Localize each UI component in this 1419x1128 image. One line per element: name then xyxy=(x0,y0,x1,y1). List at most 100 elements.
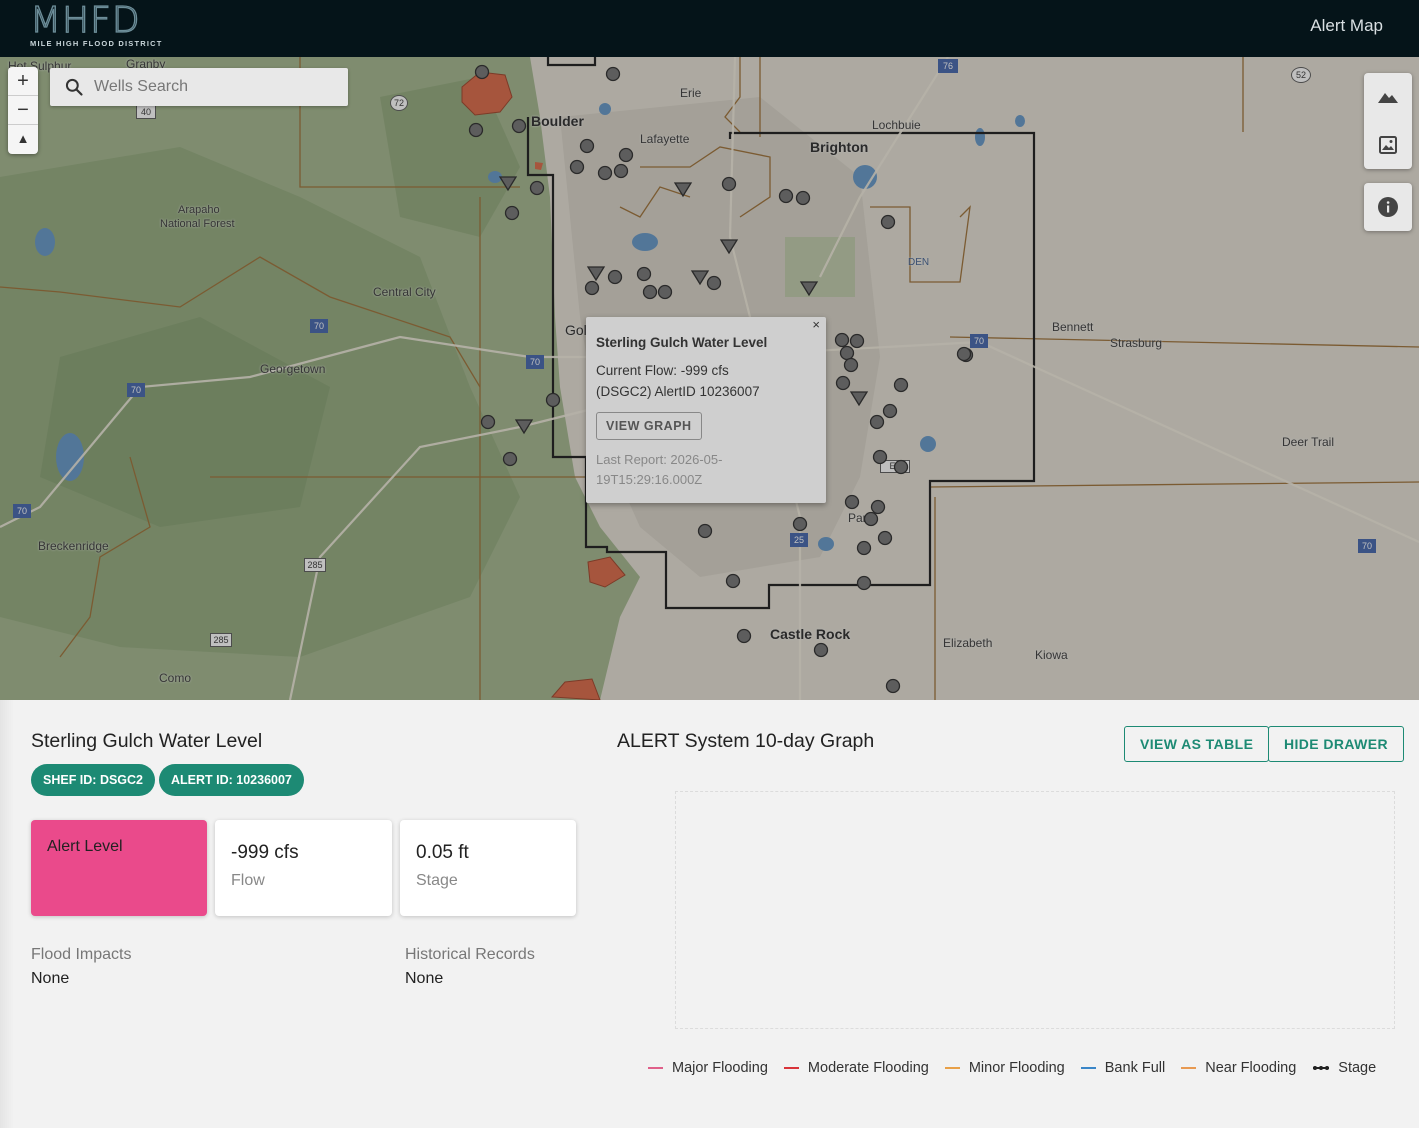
flow-card: -999 cfs Flow xyxy=(215,820,392,916)
legend-item[interactable]: Stage xyxy=(1312,1060,1376,1076)
station-marker[interactable] xyxy=(607,269,623,285)
station-marker[interactable] xyxy=(736,628,752,644)
popup-last-report: Last Report: 2026-05- 19T15:29:16.000Z xyxy=(596,450,816,490)
wells-search xyxy=(50,68,348,106)
station-marker-triangle[interactable] xyxy=(586,266,606,282)
legend-item[interactable]: Near Flooding xyxy=(1181,1060,1296,1076)
legend-item[interactable]: Moderate Flooding xyxy=(783,1060,929,1076)
station-marker[interactable] xyxy=(778,188,794,204)
station-marker-triangle[interactable] xyxy=(673,182,693,198)
legend-label: Bank Full xyxy=(1104,1060,1166,1076)
popup-close-button[interactable]: × xyxy=(812,317,820,332)
station-marker[interactable] xyxy=(511,118,527,134)
station-marker[interactable] xyxy=(869,414,885,430)
graph-legend: Major Flooding Moderate Flooding Minor Flo… xyxy=(648,1060,1392,1076)
station-marker-triangle[interactable] xyxy=(690,270,710,286)
station-marker[interactable] xyxy=(813,642,829,658)
zoom-in-button[interactable]: + xyxy=(8,67,38,96)
station-marker[interactable] xyxy=(504,205,520,221)
image-icon xyxy=(1379,136,1397,154)
basemap-toggle-group xyxy=(1364,73,1412,169)
station-marker[interactable] xyxy=(956,346,972,362)
station-marker[interactable] xyxy=(893,377,909,393)
wells-search-input[interactable] xyxy=(94,76,334,98)
popup-last-report-line2: 19T15:29:16.000Z xyxy=(596,472,703,487)
station-marker[interactable] xyxy=(529,180,545,196)
station-marker[interactable] xyxy=(474,64,490,80)
info-button[interactable] xyxy=(1364,183,1412,231)
station-marker[interactable] xyxy=(597,165,613,181)
station-marker[interactable] xyxy=(863,511,879,527)
station-marker[interactable] xyxy=(697,523,713,539)
station-marker[interactable] xyxy=(721,176,737,192)
station-marker[interactable] xyxy=(870,499,886,515)
station-marker[interactable] xyxy=(893,459,909,475)
station-marker[interactable] xyxy=(502,451,518,467)
flood-impacts-label: Flood Impacts xyxy=(31,946,132,963)
hide-drawer-button[interactable]: HIDE DRAWER xyxy=(1268,726,1404,762)
station-marker[interactable] xyxy=(618,147,634,163)
graph-plot-area xyxy=(675,791,1395,1029)
alert-id-chip: ALERT ID: 10236007 xyxy=(159,764,304,796)
legend-swatch xyxy=(1181,1067,1197,1069)
graph-title: ALERT System 10-day Graph xyxy=(617,730,875,752)
mhfd-logo[interactable]: MHFD MILE HIGH FLOOD DISTRICT xyxy=(29,0,163,48)
station-popup: × Sterling Gulch Water Level Current Flo… xyxy=(586,317,826,503)
station-marker[interactable] xyxy=(545,392,561,408)
station-marker[interactable] xyxy=(835,375,851,391)
station-marker[interactable] xyxy=(636,266,652,282)
historical-records-label: Historical Records xyxy=(405,946,535,963)
station-marker-triangle[interactable] xyxy=(799,281,819,297)
station-marker[interactable] xyxy=(725,573,741,589)
legend-swatch xyxy=(944,1067,960,1069)
legend-item[interactable]: Bank Full xyxy=(1080,1060,1166,1076)
search-icon xyxy=(65,78,83,96)
zoom-out-button[interactable]: − xyxy=(8,96,38,125)
legend-label: Minor Flooding xyxy=(968,1060,1065,1076)
station-marker[interactable] xyxy=(856,540,872,556)
station-marker[interactable] xyxy=(613,163,629,179)
station-marker[interactable] xyxy=(468,122,484,138)
station-marker-triangle[interactable] xyxy=(719,239,739,255)
station-marker[interactable] xyxy=(885,678,901,694)
station-marker-triangle[interactable] xyxy=(849,391,869,407)
logo-subtext: MILE HIGH FLOOD DISTRICT xyxy=(30,39,163,48)
alert-map[interactable]: Hot Sulphur Granby Boulder Erie Lafayett… xyxy=(0,57,1419,700)
view-graph-button[interactable]: VIEW GRAPH xyxy=(596,412,702,440)
station-marker[interactable] xyxy=(795,190,811,206)
station-marker[interactable] xyxy=(792,516,808,532)
station-marker[interactable] xyxy=(569,159,585,175)
station-marker[interactable] xyxy=(880,214,896,230)
station-marker[interactable] xyxy=(856,575,872,591)
legend-swatch xyxy=(783,1067,799,1069)
station-marker[interactable] xyxy=(834,332,850,348)
stage-card: 0.05 ft Stage xyxy=(400,820,576,916)
zoom-controls: + − ▲ xyxy=(8,67,38,154)
station-marker[interactable] xyxy=(839,345,855,361)
page-title: Alert Map xyxy=(1310,16,1383,35)
reset-north-button[interactable]: ▲ xyxy=(8,125,38,154)
station-marker[interactable] xyxy=(579,138,595,154)
station-marker-triangle[interactable] xyxy=(514,419,534,435)
station-marker[interactable] xyxy=(877,530,893,546)
station-marker[interactable] xyxy=(882,403,898,419)
station-marker[interactable] xyxy=(872,449,888,465)
station-marker[interactable] xyxy=(843,357,859,373)
station-marker[interactable] xyxy=(584,280,600,296)
station-marker[interactable] xyxy=(657,284,673,300)
station-marker[interactable] xyxy=(844,494,860,510)
station-marker[interactable] xyxy=(849,333,865,349)
station-marker[interactable] xyxy=(605,66,621,82)
station-marker[interactable] xyxy=(480,414,496,430)
logo-mark: MHFD xyxy=(29,0,141,41)
terrain-basemap-button[interactable] xyxy=(1364,73,1412,121)
alert-level-card: Alert Level xyxy=(31,820,207,916)
legend-item[interactable]: Minor Flooding xyxy=(944,1060,1065,1076)
view-as-table-button[interactable]: VIEW AS TABLE xyxy=(1124,726,1270,762)
station-marker[interactable] xyxy=(642,284,658,300)
legend-item[interactable]: Major Flooding xyxy=(648,1060,768,1076)
satellite-basemap-button[interactable] xyxy=(1364,121,1412,169)
station-marker-triangle[interactable] xyxy=(498,176,518,192)
station-title: Sterling Gulch Water Level xyxy=(31,730,263,752)
station-marker[interactable] xyxy=(706,275,722,291)
